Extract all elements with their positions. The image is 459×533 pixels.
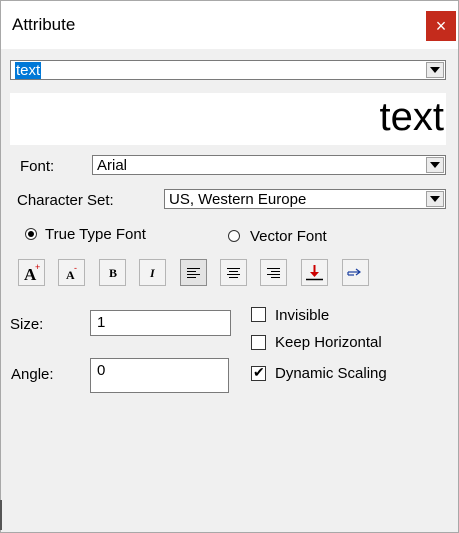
align-left-icon: [187, 268, 200, 278]
invisible-checkbox[interactable]: [251, 307, 266, 322]
align-center-button[interactable]: [220, 259, 247, 286]
angle-input[interactable]: 0: [90, 358, 229, 393]
chevron-down-icon[interactable]: [426, 62, 444, 78]
align-right-icon: [267, 268, 280, 278]
close-icon: ×: [435, 16, 447, 36]
vector-font-radio[interactable]: [228, 230, 240, 242]
vector-font-label: Vector Font: [250, 228, 327, 245]
keep-horizontal-checkbox[interactable]: [251, 335, 266, 350]
text-select[interactable]: text: [10, 60, 446, 80]
font-label: Font:: [20, 158, 55, 175]
dynamic-scaling-checkbox[interactable]: ✔: [251, 364, 266, 381]
bold-glyph: B: [109, 266, 117, 280]
angle-label: Angle:: [11, 366, 54, 383]
size-value: 1: [97, 314, 106, 331]
angle-value: 0: [97, 362, 106, 379]
invisible-label: Invisible: [275, 307, 330, 324]
true-type-font-label: True Type Font: [45, 226, 146, 243]
italic-button[interactable]: I: [139, 259, 166, 286]
baseline-icon: [306, 265, 323, 281]
align-center-icon: [227, 268, 240, 278]
italic-glyph: I: [149, 266, 156, 280]
pointer-button[interactable]: [342, 259, 369, 286]
checkmark-icon: ✔: [253, 364, 265, 380]
title-bar[interactable]: Attribute ×: [1, 1, 458, 49]
svg-text:+: +: [35, 262, 40, 272]
italic-icon: I: [149, 266, 156, 280]
font-larger-button[interactable]: A +: [18, 259, 45, 286]
size-label: Size:: [10, 316, 44, 333]
bold-button[interactable]: B: [99, 259, 126, 286]
window-title: Attribute: [12, 15, 76, 34]
font-smaller-icon: A-: [66, 263, 77, 282]
font-select-value: Arial: [97, 157, 128, 174]
bold-icon: B: [109, 266, 117, 280]
text-preview: text: [10, 93, 446, 145]
svg-text:-: -: [74, 263, 77, 273]
charset-select[interactable]: US, Western Europe: [164, 189, 446, 209]
font-smaller-button[interactable]: A-: [58, 259, 85, 286]
true-type-font-radio[interactable]: [25, 228, 37, 240]
chevron-down-icon[interactable]: [426, 191, 444, 207]
keep-horizontal-label: Keep Horizontal: [275, 334, 382, 351]
size-input[interactable]: 1: [90, 310, 231, 336]
chevron-down-icon[interactable]: [426, 157, 444, 173]
dynamic-scaling-label: Dynamic Scaling: [275, 365, 387, 382]
baseline-button[interactable]: [301, 259, 328, 286]
preview-text: text: [379, 95, 444, 139]
charset-label: Character Set:: [17, 192, 114, 209]
attribute-dialog: Attribute × text text Font: Arial Charac…: [0, 0, 459, 533]
align-right-button[interactable]: [260, 259, 287, 286]
font-select[interactable]: Arial: [92, 155, 446, 175]
window-edge: [0, 500, 2, 530]
text-select-value: text: [15, 62, 42, 79]
font-larger-icon: A+: [24, 262, 40, 283]
align-left-button[interactable]: [180, 259, 207, 286]
close-button[interactable]: ×: [426, 11, 456, 41]
pointer-icon: [347, 268, 361, 276]
charset-select-value: US, Western Europe: [169, 191, 307, 208]
